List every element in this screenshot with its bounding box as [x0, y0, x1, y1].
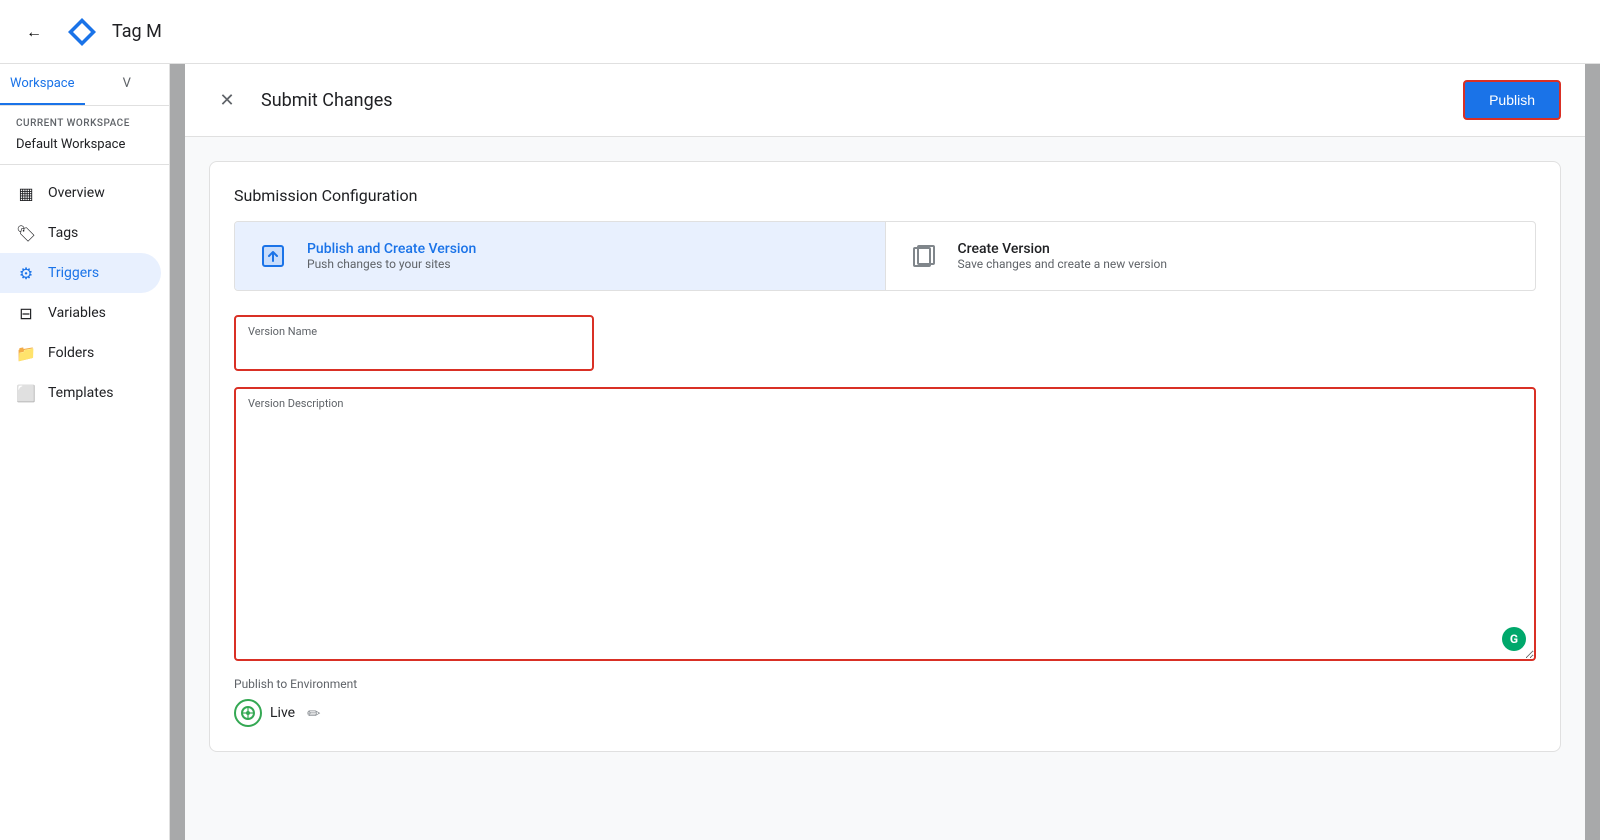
- nav-items: ▦ Overview 🏷 Tags ⚙ Triggers ⊟ Variables…: [0, 165, 169, 421]
- back-button[interactable]: ←: [16, 14, 52, 50]
- workspace-label: CURRENT WORKSPACE: [0, 106, 169, 133]
- modal-overlay: ✕ Submit Changes Publish Submission Conf…: [170, 64, 1600, 840]
- config-card: Submission Configuration: [209, 161, 1561, 752]
- templates-label: Templates: [48, 385, 114, 401]
- tags-icon: 🏷: [16, 223, 36, 243]
- env-item: Live ✏: [234, 699, 1536, 727]
- mode-publish-create[interactable]: Publish and Create Version Push changes …: [235, 222, 886, 290]
- version-name-wrapper: Version Name: [234, 315, 594, 371]
- version-desc-container: Version Description G: [236, 389, 1534, 659]
- create-version-icon: [906, 238, 942, 274]
- main-layout: Workspace V CURRENT WORKSPACE Default Wo…: [0, 64, 1600, 840]
- workspace-name: Default Workspace: [0, 133, 169, 165]
- mode-create-text: Create Version Save changes and create a…: [958, 241, 1167, 271]
- sidebar-item-templates[interactable]: ⬜ Templates: [0, 373, 161, 413]
- folders-label: Folders: [48, 345, 94, 361]
- tags-label: Tags: [48, 225, 78, 241]
- content-area: ✕ Submit Changes Publish Submission Conf…: [170, 64, 1600, 840]
- version-desc-group: Version Description G: [234, 387, 1536, 661]
- triggers-icon: ⚙: [16, 263, 36, 283]
- version-desc-float: Version Description: [236, 389, 1534, 659]
- publish-env-section: Publish to Environment: [234, 677, 1536, 727]
- sidebar-item-tags[interactable]: 🏷 Tags: [0, 213, 161, 253]
- app-logo: [64, 14, 100, 50]
- env-live-icon: [234, 699, 262, 727]
- submit-dialog: ✕ Submit Changes Publish Submission Conf…: [185, 64, 1585, 840]
- dialog-body: Submission Configuration: [185, 137, 1585, 840]
- version-desc-wrapper: Version Description G: [234, 387, 1536, 661]
- mode-selector: Publish and Create Version Push changes …: [234, 221, 1536, 291]
- variables-label: Variables: [48, 305, 106, 321]
- topbar: ← Tag M: [0, 0, 1600, 64]
- sidebar-item-triggers[interactable]: ⚙ Triggers: [0, 253, 161, 293]
- version-desc-input[interactable]: [236, 389, 1534, 659]
- triggers-label: Triggers: [48, 265, 99, 281]
- dialog-header: ✕ Submit Changes Publish: [185, 64, 1585, 137]
- publish-create-icon: [255, 238, 291, 274]
- close-icon: ✕: [219, 90, 234, 111]
- sidebar-item-overview[interactable]: ▦ Overview: [0, 173, 161, 213]
- variables-icon: ⊟: [16, 303, 36, 323]
- mode-create-version[interactable]: Create Version Save changes and create a…: [886, 222, 1536, 290]
- sidebar-tabs: Workspace V: [0, 64, 169, 106]
- mode-publish-create-text: Publish and Create Version Push changes …: [307, 241, 476, 271]
- publish-env-label: Publish to Environment: [234, 677, 1536, 691]
- publish-button[interactable]: Publish: [1463, 80, 1561, 120]
- mode-create-subtitle: Save changes and create a new version: [958, 257, 1167, 271]
- tab-workspace[interactable]: Workspace: [0, 64, 85, 105]
- version-name-input[interactable]: [236, 317, 592, 369]
- sidebar-item-variables[interactable]: ⊟ Variables: [0, 293, 161, 333]
- app-title: Tag M: [112, 21, 162, 42]
- mode-publish-subtitle: Push changes to your sites: [307, 257, 476, 271]
- sidebar: Workspace V CURRENT WORKSPACE Default Wo…: [0, 64, 170, 840]
- dialog-title: Submit Changes: [261, 90, 1463, 111]
- config-title: Submission Configuration: [234, 186, 1536, 205]
- grammarly-icon: G: [1502, 627, 1526, 651]
- back-icon: ←: [26, 22, 42, 42]
- overview-icon: ▦: [16, 183, 36, 203]
- mode-create-title: Create Version: [958, 241, 1167, 257]
- sidebar-item-folders[interactable]: 📁 Folders: [0, 333, 161, 373]
- version-name-group: Version Name: [234, 315, 1536, 371]
- env-edit-button[interactable]: ✏: [307, 704, 320, 723]
- overview-label: Overview: [48, 185, 105, 201]
- env-name: Live: [270, 705, 295, 721]
- templates-icon: ⬜: [16, 383, 36, 403]
- mode-publish-title: Publish and Create Version: [307, 241, 476, 257]
- tab-versions[interactable]: V: [85, 64, 170, 105]
- close-button[interactable]: ✕: [209, 82, 245, 118]
- version-name-float: Version Name: [236, 317, 592, 369]
- folders-icon: 📁: [16, 343, 36, 363]
